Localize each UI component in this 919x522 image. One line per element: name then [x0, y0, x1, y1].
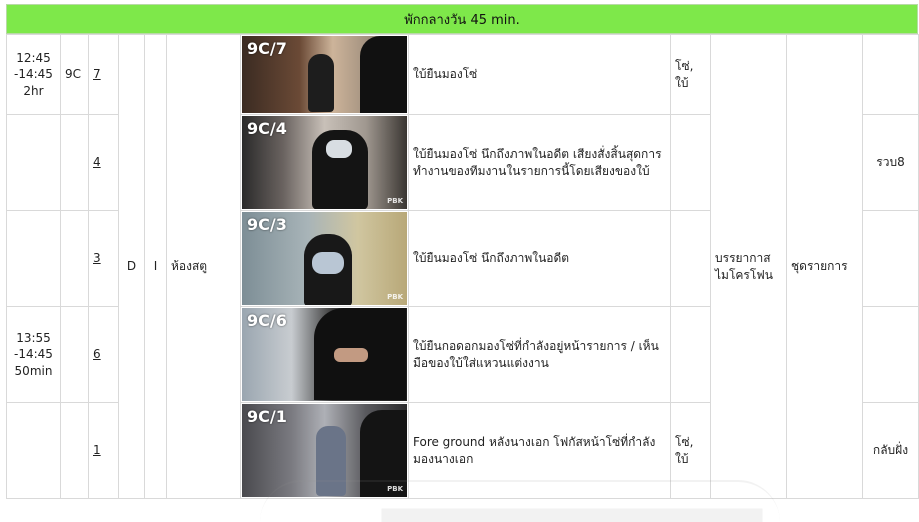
shot-label: 9C/1	[247, 407, 287, 426]
set-cell	[60, 210, 89, 307]
table-row: 12:45 -14:45 2hr 9C 7 D I ห้องสตู 9C/7 ใ…	[6, 34, 919, 499]
cast-cell	[670, 306, 711, 403]
time-cell	[6, 114, 61, 211]
time-cell	[6, 210, 61, 307]
storyboard-cell: 9C/6	[240, 306, 409, 403]
cast-cell	[670, 210, 711, 307]
storyboard-image: 9C/3 PBK	[242, 212, 407, 305]
sound-cell: บรรยากาส ไมโครโฟน	[710, 34, 787, 499]
description-cell: ใบ้ยืนกอดอกมองโซ่ที่กำลังอยู่หน้ารายการ …	[408, 306, 671, 403]
description-cell: ใบ้ยืนมองโซ่	[408, 34, 671, 115]
shot-label: 9C/6	[247, 311, 287, 330]
time-text: 12:45 -14:45 2hr	[14, 51, 53, 98]
storyboard-image: 9C/6	[242, 308, 407, 401]
time-cell	[6, 402, 61, 499]
day-night-cell: D	[118, 34, 145, 499]
storyboard-image: 9C/4 PBK	[242, 116, 407, 209]
background-watermark	[260, 480, 780, 522]
face-mask	[312, 252, 344, 274]
figure-silhouette	[308, 54, 334, 112]
figure-silhouette	[360, 36, 407, 113]
storyboard-cell: 9C/4 PBK	[240, 114, 409, 211]
set-cell	[60, 306, 89, 403]
set-cell: 9C	[60, 34, 89, 115]
cast-text: โซ่, ใบ้	[675, 435, 694, 466]
storyboard-image: 9C/7	[242, 36, 407, 113]
scene-cell: 6	[88, 306, 119, 403]
shot-label: 9C/4	[247, 119, 287, 138]
shot-label: 9C/3	[247, 215, 287, 234]
note-cell	[862, 306, 919, 403]
watermark-logo: PBK	[387, 196, 403, 205]
storyboard-cell: 9C/7	[240, 34, 409, 115]
note-cell	[862, 210, 919, 307]
costume-cell: ชุดรายการ	[786, 34, 863, 499]
schedule-table: 12:45 -14:45 2hr 9C 7 D I ห้องสตู 9C/7 ใ…	[6, 34, 919, 499]
lunch-break-banner: พักกลางวัน 45 min.	[6, 4, 918, 34]
cast-cell	[670, 114, 711, 211]
time-text: 13:55 -14:45 50min	[14, 331, 53, 378]
description-cell: ใบ้ยืนมองโซ่ นึกถึงภาพในอดีต	[408, 210, 671, 307]
scene-cell: 1	[88, 402, 119, 499]
cast-cell: โซ่, ใบ้	[670, 34, 711, 115]
sound-text: บรรยากาส ไมโครโฟน	[715, 251, 774, 282]
scene-cell: 4	[88, 114, 119, 211]
description-cell: ใบ้ยืนมองโซ่ นึกถึงภาพในอดีต เสียงสั่งสิ…	[408, 114, 671, 211]
hand-shape	[334, 348, 368, 362]
set-cell	[60, 114, 89, 211]
watermark-logo: PBK	[387, 292, 403, 301]
note-cell: รวบ8	[862, 114, 919, 211]
int-ext-cell: I	[144, 34, 167, 499]
face-mask	[326, 140, 352, 158]
note-cell	[862, 34, 919, 115]
shot-label: 9C/7	[247, 39, 287, 58]
cast-text: โซ่, ใบ้	[675, 59, 694, 90]
time-cell: 12:45 -14:45 2hr	[6, 34, 61, 115]
time-cell: 13:55 -14:45 50min	[6, 306, 61, 403]
scene-cell: 7	[88, 34, 119, 115]
location-cell: ห้องสตู	[166, 34, 241, 499]
set-cell	[60, 402, 89, 499]
scene-cell: 3	[88, 210, 119, 307]
note-cell: กลับฝั่ง	[862, 402, 919, 499]
shooting-schedule: พักกลางวัน 45 min. 12:45 -14:45 2hr 9C 7…	[6, 4, 919, 499]
storyboard-cell: 9C/3 PBK	[240, 210, 409, 307]
